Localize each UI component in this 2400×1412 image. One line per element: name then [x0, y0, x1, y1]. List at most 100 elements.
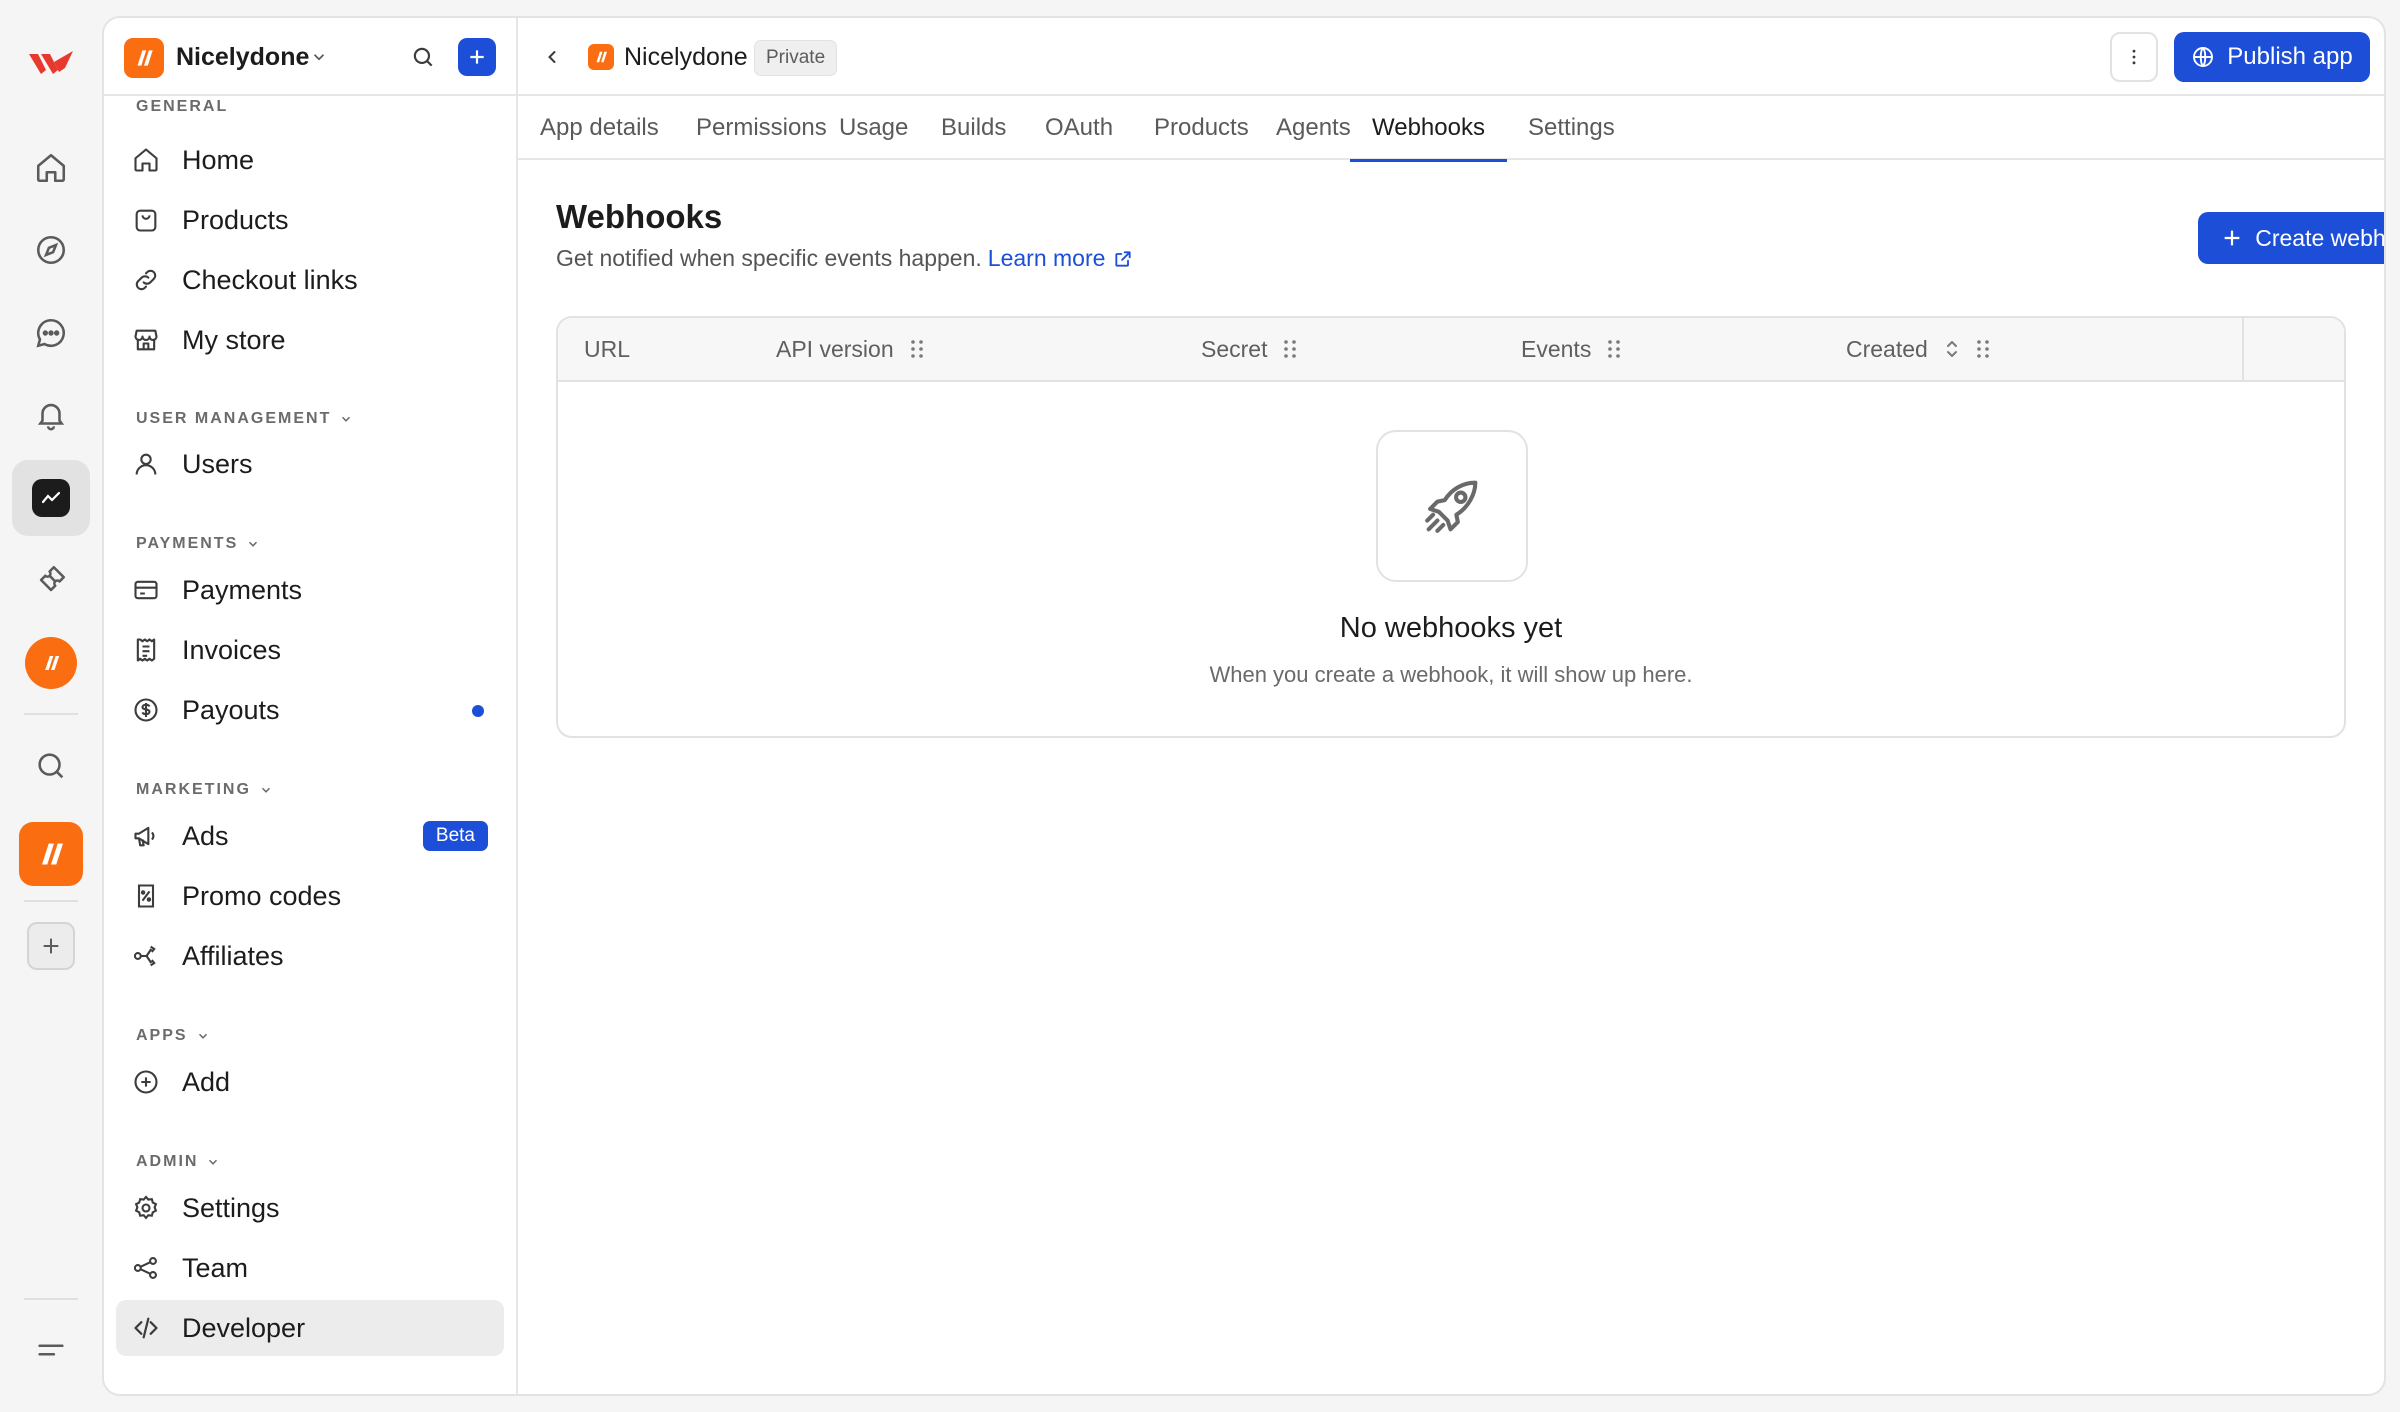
sidebar-item-home[interactable]: Home	[116, 132, 504, 188]
page-subtitle-text: Get notified when specific events happen…	[556, 245, 982, 271]
sidebar-item-products[interactable]: Products	[116, 192, 504, 248]
create-webhook-button[interactable]: Create webhook	[2198, 212, 2384, 264]
column-header-secret[interactable]: Secret	[1201, 318, 1297, 380]
sidebar-item-payouts[interactable]: Payouts	[116, 682, 504, 738]
sidebar-item-promo-codes[interactable]: Promo codes	[116, 868, 504, 924]
visibility-badge: Private	[754, 40, 838, 76]
rail-bell-icon[interactable]	[12, 377, 90, 453]
search-icon[interactable]	[410, 44, 436, 70]
section-admin[interactable]: ADMIN	[136, 1153, 220, 1171]
sidebar-item-settings[interactable]: Settings	[116, 1180, 504, 1236]
sidebar-item-developer[interactable]: Developer	[116, 1300, 504, 1356]
tab-builds[interactable]: Builds	[919, 96, 1028, 160]
empty-state-title: No webhooks yet	[1339, 612, 1563, 644]
rail-app-icon[interactable]	[12, 816, 90, 892]
sidebar-item-label: Payments	[182, 575, 303, 605]
tab-bar: App details Permissions Usage Builds OAu…	[518, 96, 2384, 162]
tab-app-details[interactable]: App details	[518, 96, 681, 160]
rail-search-icon[interactable]	[12, 728, 90, 804]
rail-dashboard-icon[interactable]	[12, 460, 90, 536]
column-divider	[2242, 318, 2244, 380]
globe-icon	[2193, 47, 2214, 67]
company-logo-icon	[124, 38, 164, 78]
tab-usage[interactable]: Usage	[817, 96, 930, 160]
section-payments[interactable]: PAYMENTS	[136, 535, 260, 553]
collapse-menu-icon[interactable]	[12, 1312, 90, 1388]
rail-company-icon[interactable]	[12, 625, 90, 701]
percent-tag-icon	[137, 884, 155, 908]
tab-webhooks[interactable]: Webhooks	[1350, 96, 1507, 162]
tab-settings[interactable]: Settings	[1506, 96, 1637, 160]
company-switcher[interactable]: Nicelydone	[176, 43, 309, 72]
shopping-bag-icon	[135, 209, 157, 232]
section-user-management[interactable]: USER MANAGEMENT	[136, 410, 353, 428]
credit-card-icon	[134, 580, 158, 600]
rail-divider	[24, 1298, 78, 1300]
chevron-down-icon	[261, 787, 270, 793]
section-apps[interactable]: APPS	[136, 1027, 210, 1045]
sidebar-item-label: Payouts	[182, 695, 280, 725]
tab-oauth[interactable]: OAuth	[1023, 96, 1135, 160]
rail-chat-icon[interactable]	[12, 295, 90, 371]
sidebar-item-label: Settings	[182, 1193, 280, 1223]
chevron-down-icon	[342, 416, 351, 422]
rail-divider	[24, 713, 78, 715]
sidebar-item-label: Home	[182, 145, 255, 175]
chevron-down-icon[interactable]	[310, 48, 328, 66]
rail-divider	[24, 900, 78, 902]
user-icon	[135, 453, 157, 475]
rail-compass-icon[interactable]	[12, 212, 90, 288]
sidebar-item-invoices[interactable]: Invoices	[116, 622, 504, 678]
drag-handle-icon[interactable]	[1283, 338, 1297, 360]
page-subtitle: Get notified when specific events happen…	[556, 245, 1133, 272]
sidebar-item-label: Team	[182, 1253, 249, 1283]
sidebar-item-payments[interactable]: Payments	[116, 562, 504, 618]
whop-logo-icon[interactable]	[27, 48, 75, 78]
app-name: Nicelydone	[624, 43, 748, 71]
rail-home-icon[interactable]	[12, 130, 90, 206]
sidebar-item-users[interactable]: Users	[116, 436, 504, 492]
webhooks-table: URL API version Secret Events Created No…	[556, 316, 2346, 738]
sidebar-item-my-store[interactable]: My store	[116, 312, 504, 368]
back-chevron-icon[interactable]	[542, 47, 562, 67]
sidebar: Nicelydone GENERAL Home Products Checkou…	[104, 18, 518, 1394]
more-options-button[interactable]	[2110, 32, 2158, 82]
sort-icon[interactable]	[1944, 338, 1960, 360]
sidebar-item-label: Products	[182, 205, 289, 235]
dollar-circle-icon	[134, 698, 158, 722]
column-header-api-version[interactable]: API version	[776, 318, 924, 380]
sidebar-item-affiliates[interactable]: Affiliates	[116, 928, 504, 984]
sidebar-item-add[interactable]: Add	[116, 1054, 504, 1110]
drag-handle-icon[interactable]	[1607, 338, 1621, 360]
gear-icon	[134, 1195, 158, 1220]
rail-ticket-icon[interactable]	[12, 542, 90, 618]
megaphone-icon	[134, 826, 155, 847]
drag-handle-icon[interactable]	[1976, 338, 1990, 360]
column-header-events[interactable]: Events	[1521, 318, 1621, 380]
add-button[interactable]	[458, 38, 496, 76]
rocket-icon	[1425, 480, 1478, 533]
sidebar-item-label: Add	[182, 1067, 231, 1097]
sidebar-item-team[interactable]: Team	[116, 1240, 504, 1296]
sidebar-item-label: Invoices	[182, 635, 282, 665]
drag-handle-icon[interactable]	[910, 338, 924, 360]
chevron-down-icon	[209, 1159, 218, 1165]
rail-add-icon[interactable]	[12, 908, 90, 984]
notification-dot	[472, 705, 484, 717]
more-vertical-icon	[2132, 49, 2136, 65]
chevron-down-icon	[198, 1033, 207, 1039]
learn-more-link[interactable]: Learn more	[988, 245, 1134, 272]
section-marketing[interactable]: MARKETING	[136, 781, 273, 799]
sidebar-item-ads[interactable]: Ads Beta	[116, 808, 504, 864]
empty-state-icon-box	[1376, 430, 1528, 582]
tab-products[interactable]: Products	[1132, 96, 1271, 160]
plus-icon	[2224, 230, 2240, 246]
page-title: Webhooks	[556, 198, 723, 235]
column-header-created[interactable]: Created	[1846, 318, 1990, 380]
empty-state-subtitle: When you create a webhook, it will show …	[1209, 662, 1693, 687]
column-header-url[interactable]: URL	[584, 318, 630, 380]
sidebar-item-checkout-links[interactable]: Checkout links	[116, 252, 504, 308]
app-rail	[0, 0, 102, 1412]
publish-app-button[interactable]: Publish app	[2174, 32, 2370, 82]
store-icon	[134, 329, 158, 351]
